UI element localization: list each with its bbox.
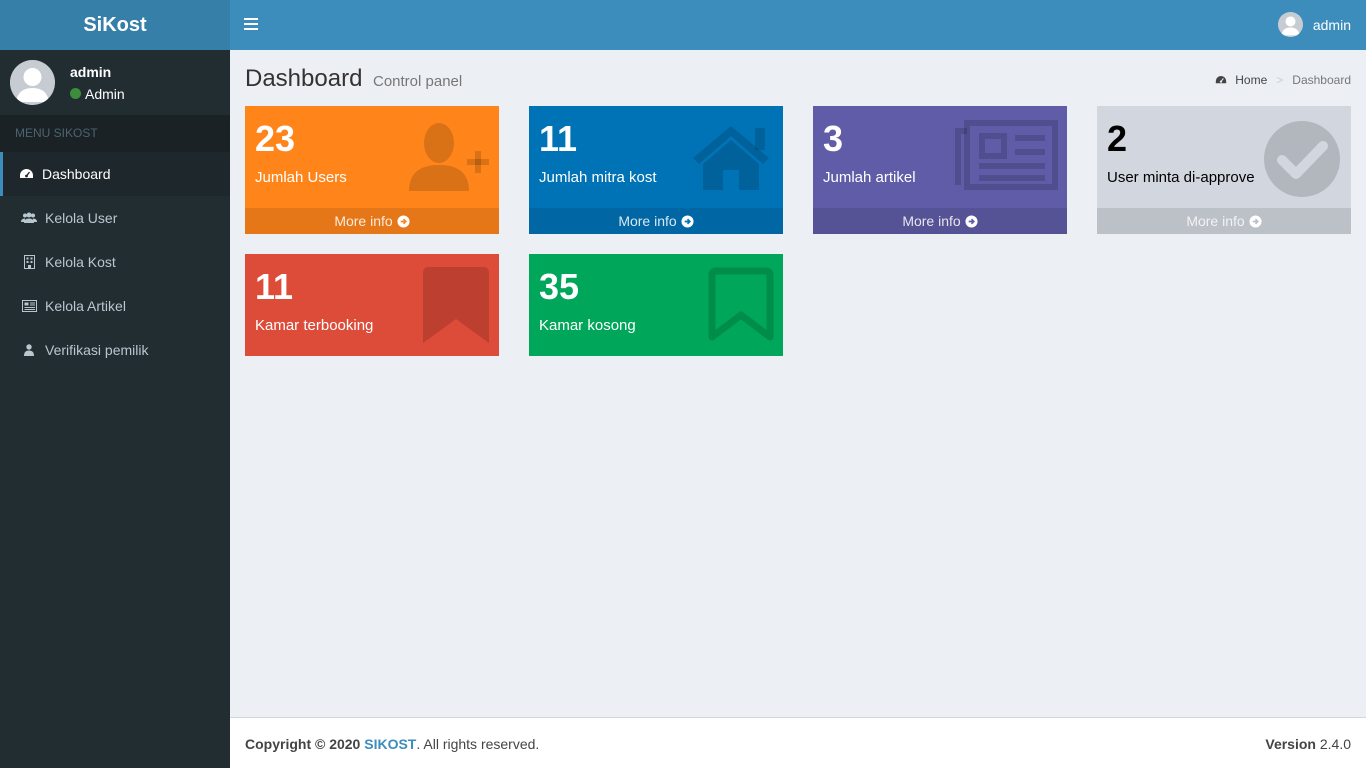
avatar bbox=[1277, 12, 1303, 37]
sidebar: SiKost admin Admin MENU SIKOST Dashboard… bbox=[0, 0, 230, 768]
more-info-link[interactable]: More info bbox=[529, 208, 783, 234]
stat-value: 2 bbox=[1107, 118, 1128, 159]
newspaper-icon bbox=[21, 299, 37, 313]
bookmark-icon bbox=[423, 267, 489, 343]
user-panel: admin Admin bbox=[0, 50, 230, 115]
sidebar-item-kelola-artikel[interactable]: Kelola Artikel bbox=[0, 284, 230, 328]
user-menu[interactable]: admin bbox=[1277, 12, 1351, 37]
stat-label: Kamar kosong bbox=[539, 317, 636, 334]
stat-label: Jumlah artikel bbox=[823, 169, 916, 186]
sidebar-item-kelola-user[interactable]: Kelola User bbox=[0, 196, 230, 240]
stat-label: Jumlah Users bbox=[255, 169, 347, 186]
user-icon bbox=[21, 343, 37, 357]
building-icon bbox=[21, 255, 37, 269]
stat-label: Jumlah mitra kost bbox=[539, 169, 657, 186]
footer-copyright: Copyright © 2020 SIKOST. All rights rese… bbox=[245, 736, 540, 752]
stat-box-approve: 2 User minta di-approve More info bbox=[1097, 106, 1351, 234]
user-name: admin bbox=[70, 63, 112, 80]
sidebar-item-label: Kelola Kost bbox=[45, 254, 116, 270]
sidebar-toggle-icon[interactable] bbox=[244, 18, 258, 32]
footer-brand-link[interactable]: SIKOST bbox=[364, 736, 416, 752]
footer-version: Version 2.4.0 bbox=[1265, 736, 1351, 752]
sidebar-item-label: Verifikasi pemilik bbox=[45, 342, 149, 358]
more-info-link[interactable]: More info bbox=[1097, 208, 1351, 234]
stat-box-artikel: 3 Jumlah artikel More info bbox=[813, 106, 1067, 234]
breadcrumb-separator: > bbox=[1276, 73, 1284, 87]
home-icon bbox=[693, 126, 769, 190]
user-plus-icon bbox=[409, 123, 489, 191]
more-info-link[interactable]: More info bbox=[245, 208, 499, 234]
stat-value: 11 bbox=[255, 266, 294, 307]
top-navbar: admin bbox=[230, 0, 1366, 50]
breadcrumb-home[interactable]: Home bbox=[1235, 73, 1267, 87]
avatar bbox=[10, 60, 55, 105]
online-status-icon bbox=[70, 88, 81, 99]
stat-value: 23 bbox=[255, 118, 296, 159]
arrow-circle-right-icon bbox=[1249, 214, 1262, 228]
stat-box-users: 23 Jumlah Users More info bbox=[245, 106, 499, 234]
dashboard-icon bbox=[18, 167, 34, 181]
stat-value: 35 bbox=[539, 266, 580, 307]
stat-label: Kamar terbooking bbox=[255, 317, 374, 334]
dashboard-icon bbox=[1216, 76, 1227, 84]
sidebar-item-dashboard[interactable]: Dashboard bbox=[0, 152, 230, 196]
newspaper-icon bbox=[955, 120, 1058, 190]
user-role: Admin bbox=[85, 85, 125, 102]
bookmark-outline-icon bbox=[708, 267, 774, 341]
sidebar-item-verifikasi-pemilik[interactable]: Verifikasi pemilik bbox=[0, 328, 230, 372]
footer: Copyright © 2020 SIKOST. All rights rese… bbox=[230, 717, 1366, 768]
app-logo[interactable]: SiKost bbox=[0, 0, 230, 50]
main-content: Dashboard Control panel Home > Dashboard… bbox=[230, 50, 1366, 717]
arrow-circle-right-icon bbox=[965, 214, 978, 228]
arrow-circle-right-icon bbox=[681, 214, 694, 228]
page-subtitle: Control panel bbox=[373, 73, 463, 90]
more-info-link[interactable]: More info bbox=[813, 208, 1067, 234]
users-icon bbox=[21, 211, 37, 225]
sidebar-item-label: Kelola User bbox=[45, 210, 118, 226]
menu-header: MENU SIKOST bbox=[0, 115, 230, 152]
user-menu-name: admin bbox=[1312, 16, 1351, 33]
stat-label: User minta di-approve bbox=[1107, 169, 1255, 186]
stat-value: 11 bbox=[539, 118, 578, 159]
sidebar-item-label: Dashboard bbox=[42, 166, 111, 182]
sidebar-item-kelola-kost[interactable]: Kelola Kost bbox=[0, 240, 230, 284]
check-circle-icon bbox=[1264, 121, 1340, 197]
breadcrumb: Home > Dashboard bbox=[1215, 73, 1351, 87]
arrow-circle-right-icon bbox=[397, 214, 410, 228]
sidebar-item-label: Kelola Artikel bbox=[45, 298, 126, 314]
stat-box-kamar-kosong: 35 Kamar kosong bbox=[529, 254, 783, 356]
stat-value: 3 bbox=[823, 118, 844, 159]
stat-box-kamar-terbooking: 11 Kamar terbooking bbox=[245, 254, 499, 356]
breadcrumb-current: Dashboard bbox=[1292, 73, 1351, 87]
stat-box-mitra-kost: 11 Jumlah mitra kost More info bbox=[529, 106, 783, 234]
page-title: Dashboard bbox=[245, 65, 363, 92]
